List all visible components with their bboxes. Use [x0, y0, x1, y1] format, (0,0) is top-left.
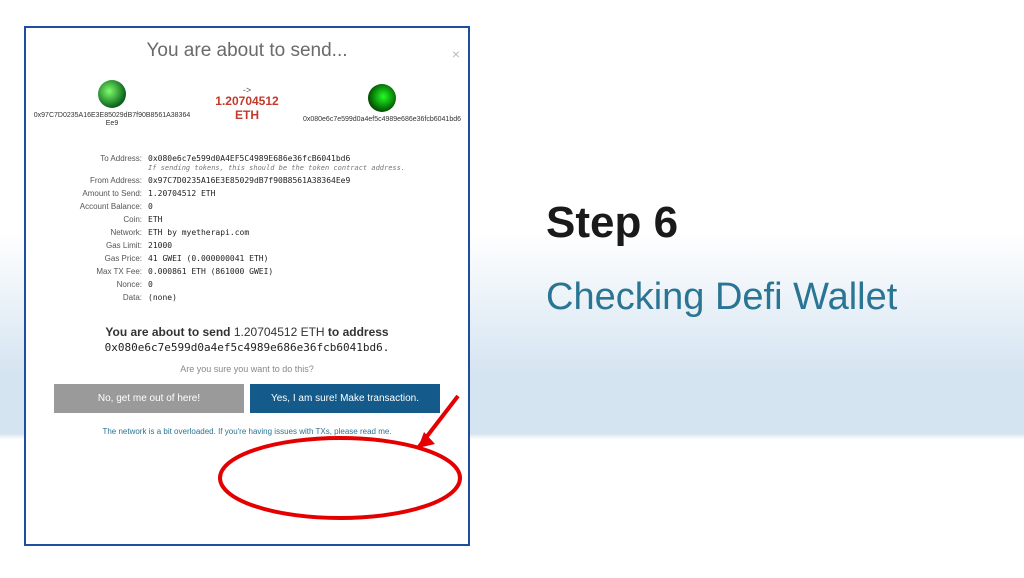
- row-gaslimit: Gas Limit: 21000: [34, 241, 460, 251]
- step-subtitle: Checking Defi Wallet: [546, 276, 986, 319]
- row-coin: Coin: ETH: [34, 215, 460, 225]
- button-row: No, get me out of here! Yes, I am sure! …: [40, 384, 454, 413]
- label-to: To Address:: [34, 154, 148, 173]
- value-gaslimit: 21000: [148, 241, 460, 251]
- row-to: To Address: 0x080e6c7e599d0A4EF5C4989E68…: [34, 154, 460, 173]
- modal-inner: × You are about to send... 0x97C7D0235A1…: [26, 40, 468, 556]
- amount-value: 1.20704512: [215, 94, 278, 108]
- label-amount: Amount to Send:: [34, 189, 148, 199]
- label-gaslimit: Gas Limit:: [34, 241, 148, 251]
- value-to: 0x080e6c7e599d0A4EF5C4989E686e36fcB6041b…: [148, 154, 460, 173]
- value-from: 0x97C7D0235A16E3E85029dB7f90B8561A38364E…: [148, 176, 460, 186]
- label-nonce: Nonce:: [34, 280, 148, 290]
- value-nonce: 0: [148, 280, 460, 290]
- address-row: 0x97C7D0235A16E3E85029dB7f90B8561A38364E…: [26, 80, 468, 127]
- confirm-block: You are about to send 1.20704512 ETH to …: [26, 325, 468, 436]
- row-from: From Address: 0x97C7D0235A16E3E85029dB7f…: [34, 176, 460, 186]
- value-coin: ETH: [148, 215, 460, 225]
- to-address-text: 0x080e6c7e599d0a4ef5c4989e686e36fcb6041b…: [302, 116, 462, 124]
- label-gasprice: Gas Price:: [34, 254, 148, 264]
- tx-details: To Address: 0x080e6c7e599d0A4EF5C4989E68…: [26, 145, 468, 303]
- label-coin: Coin:: [34, 215, 148, 225]
- label-maxfee: Max TX Fee:: [34, 267, 148, 277]
- to-column: 0x080e6c7e599d0a4ef5c4989e686e36fcb6041b…: [302, 84, 462, 124]
- label-from: From Address:: [34, 176, 148, 186]
- label-data: Data:: [34, 293, 148, 303]
- label-balance: Account Balance:: [34, 202, 148, 212]
- step-block: Step 6 Checking Defi Wallet: [546, 198, 986, 319]
- page-stage: Step 6 Checking Defi Wallet × You are ab…: [0, 0, 1024, 578]
- to-identicon-icon: [368, 84, 396, 112]
- from-address-text: 0x97C7D0235A16E3E85029dB7f90B8561A38364E…: [32, 112, 192, 127]
- to-value: 0x080e6c7e599d0A4EF5C4989E686e36fcB6041b…: [148, 154, 350, 163]
- value-maxfee: 0.000861 ETH (861000 GWEI): [148, 267, 460, 277]
- confirm-pre: You are about to send: [105, 325, 230, 339]
- value-network: ETH by myetherapi.com: [148, 228, 460, 238]
- to-note: If sending tokens, this should be the to…: [148, 164, 460, 173]
- value-amount: 1.20704512 ETH: [148, 189, 460, 199]
- value-gasprice: 41 GWEI (0.000000041 ETH): [148, 254, 460, 264]
- step-title: Step 6: [546, 198, 986, 248]
- row-amount: Amount to Send: 1.20704512 ETH: [34, 189, 460, 199]
- row-gasprice: Gas Price: 41 GWEI (0.000000041 ETH): [34, 254, 460, 264]
- amount-unit: ETH: [235, 108, 259, 122]
- confirm-button[interactable]: Yes, I am sure! Make transaction.: [250, 384, 440, 413]
- confirm-line: You are about to send 1.20704512 ETH to …: [40, 325, 454, 339]
- confirm-question: Are you sure you want to do this?: [40, 364, 454, 374]
- confirm-post: to address: [328, 325, 389, 339]
- row-maxfee: Max TX Fee: 0.000861 ETH (861000 GWEI): [34, 267, 460, 277]
- amount-display: 1.20704512 ETH: [202, 95, 292, 123]
- cancel-button[interactable]: No, get me out of here!: [54, 384, 244, 413]
- row-network: Network: ETH by myetherapi.com: [34, 228, 460, 238]
- modal-title: You are about to send...: [26, 40, 468, 62]
- send-confirm-modal: × You are about to send... 0x97C7D0235A1…: [24, 26, 470, 546]
- from-column: 0x97C7D0235A16E3E85029dB7f90B8561A38364E…: [32, 80, 192, 127]
- amount-center: -> 1.20704512 ETH: [202, 85, 292, 123]
- footer-note: The network is a bit overloaded. If you'…: [40, 427, 454, 436]
- row-data: Data: (none): [34, 293, 460, 303]
- confirm-address: 0x080e6c7e599d0a4ef5c4989e686e36fcb6041b…: [40, 341, 454, 354]
- from-identicon-icon: [98, 80, 126, 108]
- value-balance: 0: [148, 202, 460, 212]
- close-icon[interactable]: ×: [452, 46, 460, 62]
- confirm-amount: 1.20704512 ETH: [234, 325, 325, 339]
- row-nonce: Nonce: 0: [34, 280, 460, 290]
- row-balance: Account Balance: 0: [34, 202, 460, 212]
- value-data: (none): [148, 293, 460, 303]
- label-network: Network:: [34, 228, 148, 238]
